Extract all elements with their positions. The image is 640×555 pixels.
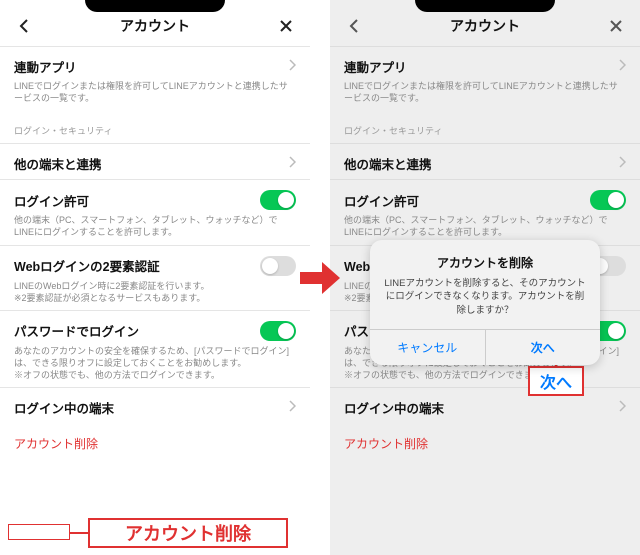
linked-apps-desc: LINEでログインまたは権限を許可してLINEアカウントと連携したサービスの一覧… (14, 80, 296, 104)
page-title: アカウント (450, 16, 520, 36)
close-icon[interactable] (606, 16, 626, 36)
login-allow-toggle[interactable] (260, 190, 296, 210)
phone-notch (415, 0, 555, 12)
page-title: アカウント (120, 16, 190, 36)
delete-account-link[interactable]: アカウント削除 (330, 423, 640, 464)
callout-next-label: 次へ (528, 366, 584, 396)
other-devices-title: 他の端末と連携 (14, 154, 102, 173)
pw-login-toggle[interactable] (260, 321, 296, 341)
group-login-security: ログイン・セキュリティ (330, 110, 640, 143)
login-allow-desc: 他の端末（PC、スマートフォン、タブレット、ウォッチなど）でLINEにログインす… (344, 214, 626, 238)
linked-apps-row[interactable]: 連動アプリ LINEでログインまたは権限を許可してLINEアカウントと連携したサ… (0, 46, 310, 110)
login-allow-toggle[interactable] (590, 190, 626, 210)
linked-apps-title: 連動アプリ (344, 57, 407, 76)
login-allow-row: ログイン許可 他の端末（PC、スマートフォン、タブレット、ウォッチなど）でLIN… (330, 179, 640, 244)
linked-apps-desc: LINEでログインまたは権限を許可してLINEアカウントと連携したサービスの一覧… (344, 80, 626, 104)
login-allow-title: ログイン許可 (14, 191, 89, 210)
back-icon[interactable] (344, 16, 364, 36)
chevron-right-icon (288, 155, 296, 173)
logged-in-title: ログイン中の端末 (344, 398, 444, 417)
callout-delete-label: アカウント削除 (88, 518, 288, 548)
login-allow-title: ログイン許可 (344, 191, 419, 210)
linked-apps-row[interactable]: 連動アプリ LINEでログインまたは権限を許可してLINEアカウントと連携したサ… (330, 46, 640, 110)
dialog-next-button[interactable]: 次へ (485, 330, 601, 365)
logged-in-row[interactable]: ログイン中の端末 (330, 387, 640, 423)
close-icon[interactable] (276, 16, 296, 36)
dialog-cancel-button[interactable]: キャンセル (370, 330, 485, 365)
pw-login-title: パスワードでログイン (14, 321, 139, 340)
web-2fa-title: Webログインの2要素認証 (14, 256, 160, 275)
chevron-right-icon (618, 399, 626, 417)
phone-notch (85, 0, 225, 12)
chevron-right-icon (288, 58, 296, 76)
web-2fa-toggle[interactable] (260, 256, 296, 276)
arrow-right-icon (300, 260, 340, 296)
dialog-title: アカウントを削除 (384, 254, 586, 271)
logged-in-title: ログイン中の端末 (14, 398, 114, 417)
pw-login-row: パスワードでログイン あなたのアカウントの安全を確保するため、[パスワードでログ… (0, 310, 310, 387)
dialog-message: LINEアカウントを削除すると、そのアカウントにログインできなくなります。アカウ… (384, 277, 586, 317)
delete-account-link[interactable]: アカウント削除 (0, 423, 310, 464)
back-icon[interactable] (14, 16, 34, 36)
linked-apps-title: 連動アプリ (14, 57, 77, 76)
login-allow-row: ログイン許可 他の端末（PC、スマートフォン、タブレット、ウォッチなど）でLIN… (0, 179, 310, 244)
phone-screen-after: アカウント 連動アプリ LINEでログインまたは権限を許可してLINEアカウント… (330, 0, 640, 555)
phone-screen-before: アカウント 連動アプリ LINEでログインまたは権限を許可してLINEアカウント… (0, 0, 310, 555)
logged-in-row[interactable]: ログイン中の端末 (0, 387, 310, 423)
chevron-right-icon (288, 399, 296, 417)
login-allow-desc: 他の端末（PC、スマートフォン、タブレット、ウォッチなど）でLINEにログインす… (14, 214, 296, 238)
pw-login-desc: あなたのアカウントの安全を確保するため、[パスワードでログイン]は、できる限りオ… (14, 345, 296, 381)
other-devices-title: 他の端末と連携 (344, 154, 432, 173)
group-login-security: ログイン・セキュリティ (0, 110, 310, 143)
confirm-dialog: アカウントを削除 LINEアカウントを削除すると、そのアカウントにログインできな… (370, 240, 600, 365)
other-devices-row[interactable]: 他の端末と連携 (330, 143, 640, 179)
other-devices-row[interactable]: 他の端末と連携 (0, 143, 310, 179)
web-2fa-row: Webログインの2要素認証 LINEのWebログイン時に2要素認証を行います。 … (0, 245, 310, 310)
web-2fa-desc: LINEのWebログイン時に2要素認証を行います。 ※2要素認証が必須となるサー… (14, 280, 296, 304)
chevron-right-icon (618, 155, 626, 173)
callout-connector (70, 532, 88, 534)
chevron-right-icon (618, 58, 626, 76)
callout-source-delete (8, 524, 70, 540)
